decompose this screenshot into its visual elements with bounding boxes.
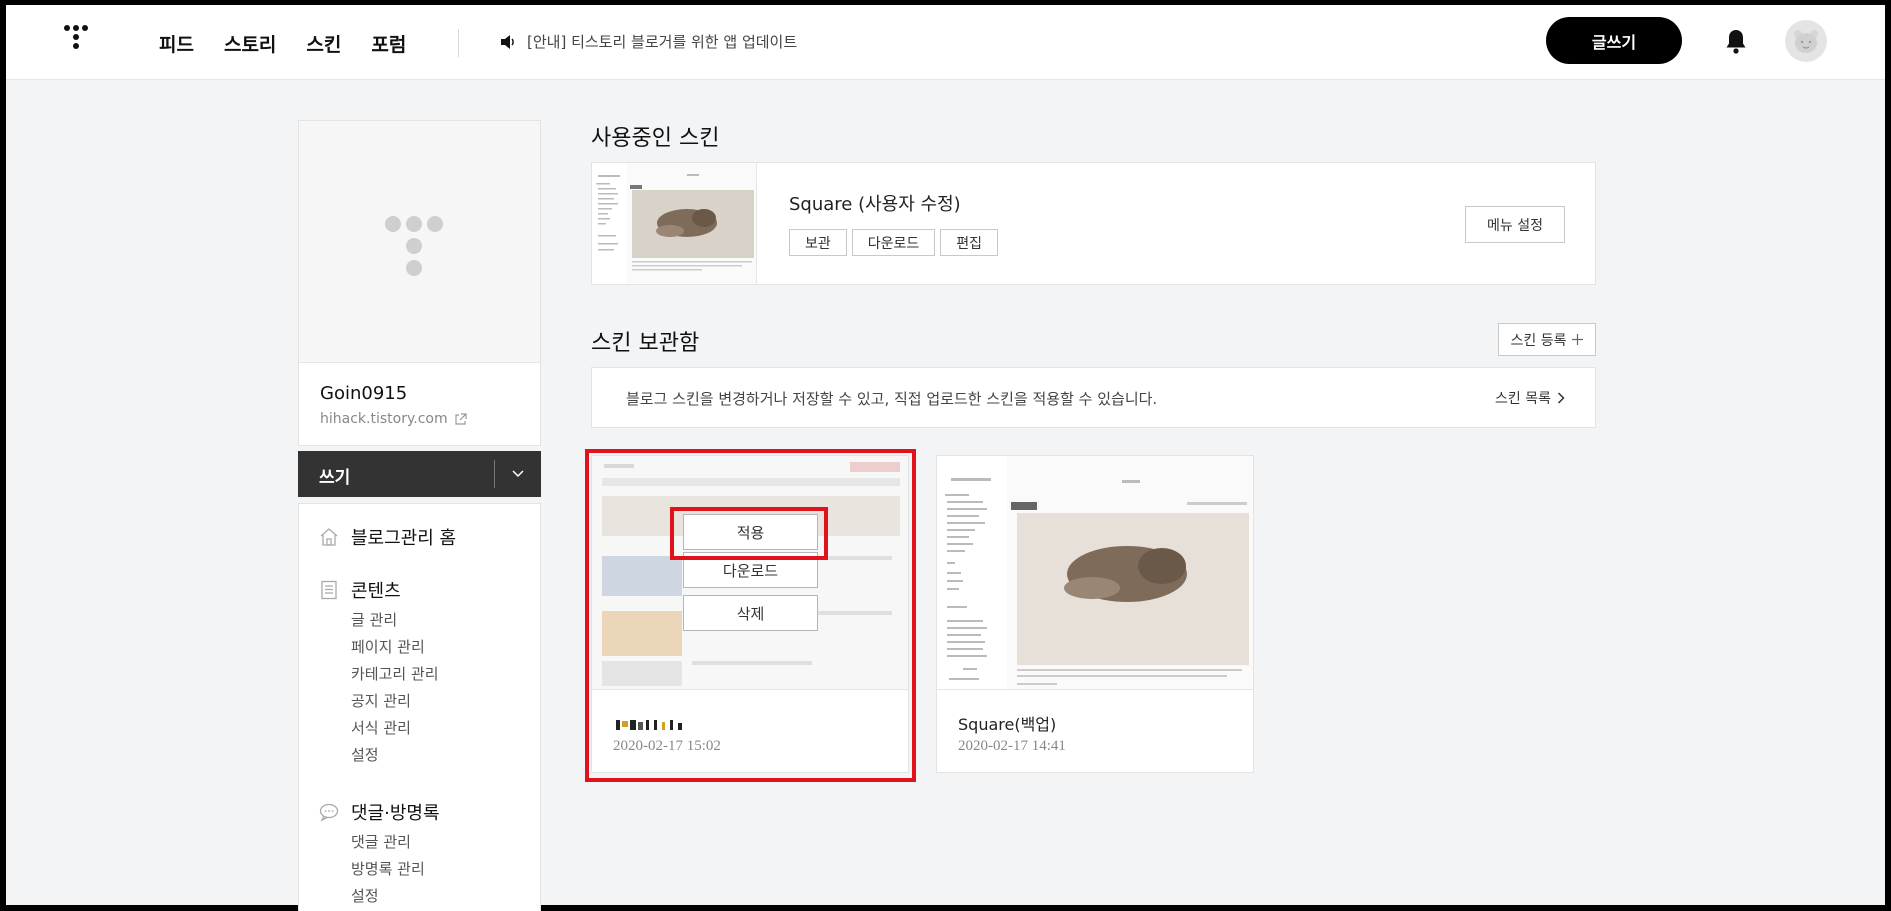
current-skin-panel: Square (사용자 수정) 보관 다운로드 편집 메뉴 설정 xyxy=(591,162,1596,285)
top-bar: 피드 스토리 스킨 포럼 [안내] 티스토리 블로거를 위한 앱 업데이트 글쓰… xyxy=(6,5,1885,80)
skin-list-link[interactable]: 스킨 목록 xyxy=(1495,388,1565,408)
sidebar-contents-title: 콘텐츠 xyxy=(351,581,401,602)
sidebar-item-comments[interactable]: 댓글·방명록 xyxy=(319,799,440,825)
blog-profile-image[interactable] xyxy=(299,121,540,363)
skin-card-name: Square(백업) xyxy=(958,715,1057,734)
skin-card-thumbnail xyxy=(937,456,1253,690)
contents-submenu: 글 관리 페이지 관리 카테고리 관리 공지 관리 서식 관리 설정 xyxy=(351,607,439,769)
nav-item-story[interactable]: 스토리 xyxy=(224,30,276,57)
bell-icon[interactable] xyxy=(1723,27,1749,55)
sidebar-item-templates[interactable]: 서식 관리 xyxy=(351,715,439,742)
skin-list-label: 스킨 목록 xyxy=(1495,391,1551,407)
sidebar-menu: 블로그관리 홈 콘텐츠 글 관리 페이지 관리 카테고리 관리 공지 관리 서식… xyxy=(298,503,541,911)
register-skin-button[interactable]: 스킨 등록 xyxy=(1498,323,1596,356)
sidebar-item-categories[interactable]: 카테고리 관리 xyxy=(351,661,439,688)
nav-divider xyxy=(458,29,459,57)
current-skin-actions: 보관 다운로드 편집 xyxy=(789,229,999,256)
menu-settings-button[interactable]: 메뉴 설정 xyxy=(1465,206,1565,243)
write-post-button[interactable]: 글쓰기 xyxy=(1546,17,1682,64)
archive-button[interactable]: 보관 xyxy=(789,229,847,256)
blog-url: hihack.tistory.com xyxy=(320,411,448,427)
menu-section-home: 블로그관리 홈 xyxy=(319,524,456,550)
sidebar-item-home[interactable]: 블로그관리 홈 xyxy=(319,524,456,550)
sidebar-item-comment-manage[interactable]: 댓글 관리 xyxy=(351,829,440,856)
sidebar-write-label: 쓰기 xyxy=(319,468,351,488)
sidebar-home-label: 블로그관리 홈 xyxy=(351,528,457,549)
sidebar-item-contents-settings[interactable]: 설정 xyxy=(351,742,439,769)
chevron-right-icon xyxy=(1557,392,1565,404)
sidebar-item-pages[interactable]: 페이지 관리 xyxy=(351,634,439,661)
sidebar-item-contents[interactable]: 콘텐츠 xyxy=(319,577,439,603)
home-icon xyxy=(320,528,338,546)
menu-section-contents: 콘텐츠 글 관리 페이지 관리 카테고리 관리 공지 관리 서식 관리 설정 xyxy=(319,577,439,769)
notice-text: [안내] 티스토리 블로거를 위한 앱 업데이트 xyxy=(527,33,798,51)
menu-section-comments: 댓글·방명록 댓글 관리 방명록 관리 설정 xyxy=(319,799,440,910)
sidebar-item-posts[interactable]: 글 관리 xyxy=(351,607,439,634)
sidebar-item-comments-settings[interactable]: 설정 xyxy=(351,883,440,910)
download-button[interactable]: 다운로드 xyxy=(851,229,936,256)
comments-submenu: 댓글 관리 방명록 관리 설정 xyxy=(351,829,440,910)
speaker-icon xyxy=(501,34,514,49)
blog-url-link[interactable]: hihack.tistory.com xyxy=(320,411,467,427)
profile-bear-icon xyxy=(1794,30,1818,53)
skin-info-text: 블로그 스킨을 변경하거나 저장할 수 있고, 직접 업로드한 스킨을 적용할 … xyxy=(626,390,1158,408)
register-skin-label: 스킨 등록 xyxy=(1510,332,1567,349)
current-skin-name: Square (사용자 수정) xyxy=(789,194,961,215)
notice-link[interactable]: [안내] 티스토리 블로거를 위한 앱 업데이트 xyxy=(499,31,797,52)
external-link-icon xyxy=(454,412,467,425)
plus-icon xyxy=(1572,334,1584,345)
avatar[interactable] xyxy=(1785,20,1827,62)
main-nav: 피드 스토리 스킨 포럼 xyxy=(159,30,436,57)
edit-button[interactable]: 편집 xyxy=(940,229,999,256)
nav-item-skin[interactable]: 스킨 xyxy=(306,30,341,57)
skin-card-date: 2020-02-17 14:41 xyxy=(958,738,1066,754)
blog-name[interactable]: Goin0915 xyxy=(320,383,407,404)
skin-storage-title: 스킨 보관함 xyxy=(591,331,700,356)
write-bar-divider xyxy=(494,460,495,488)
sidebar-item-guestbook[interactable]: 방명록 관리 xyxy=(351,856,440,883)
skin-card[interactable]: Square(백업) 2020-02-17 14:41 xyxy=(936,455,1254,773)
chevron-down-icon[interactable] xyxy=(510,465,526,481)
nav-item-feed[interactable]: 피드 xyxy=(159,30,194,57)
sidebar-comments-title: 댓글·방명록 xyxy=(351,803,440,824)
current-skin-title: 사용중인 스킨 xyxy=(591,126,720,151)
skin-info-panel: 블로그 스킨을 변경하거나 저장할 수 있고, 직접 업로드한 스킨을 적용할 … xyxy=(591,367,1596,428)
nav-item-forum[interactable]: 포럼 xyxy=(371,30,406,57)
highlight-frame xyxy=(585,449,916,782)
speech-bubble-icon xyxy=(319,803,339,822)
tistory-logo-icon[interactable] xyxy=(64,25,94,59)
document-icon xyxy=(321,580,337,600)
sidebar-item-notices[interactable]: 공지 관리 xyxy=(351,688,439,715)
profile-card: Goin0915 hihack.tistory.com xyxy=(298,120,541,446)
current-skin-thumbnail xyxy=(592,163,757,284)
apply-highlight-frame xyxy=(670,507,828,560)
sidebar-write-bar[interactable]: 쓰기 xyxy=(298,451,541,497)
